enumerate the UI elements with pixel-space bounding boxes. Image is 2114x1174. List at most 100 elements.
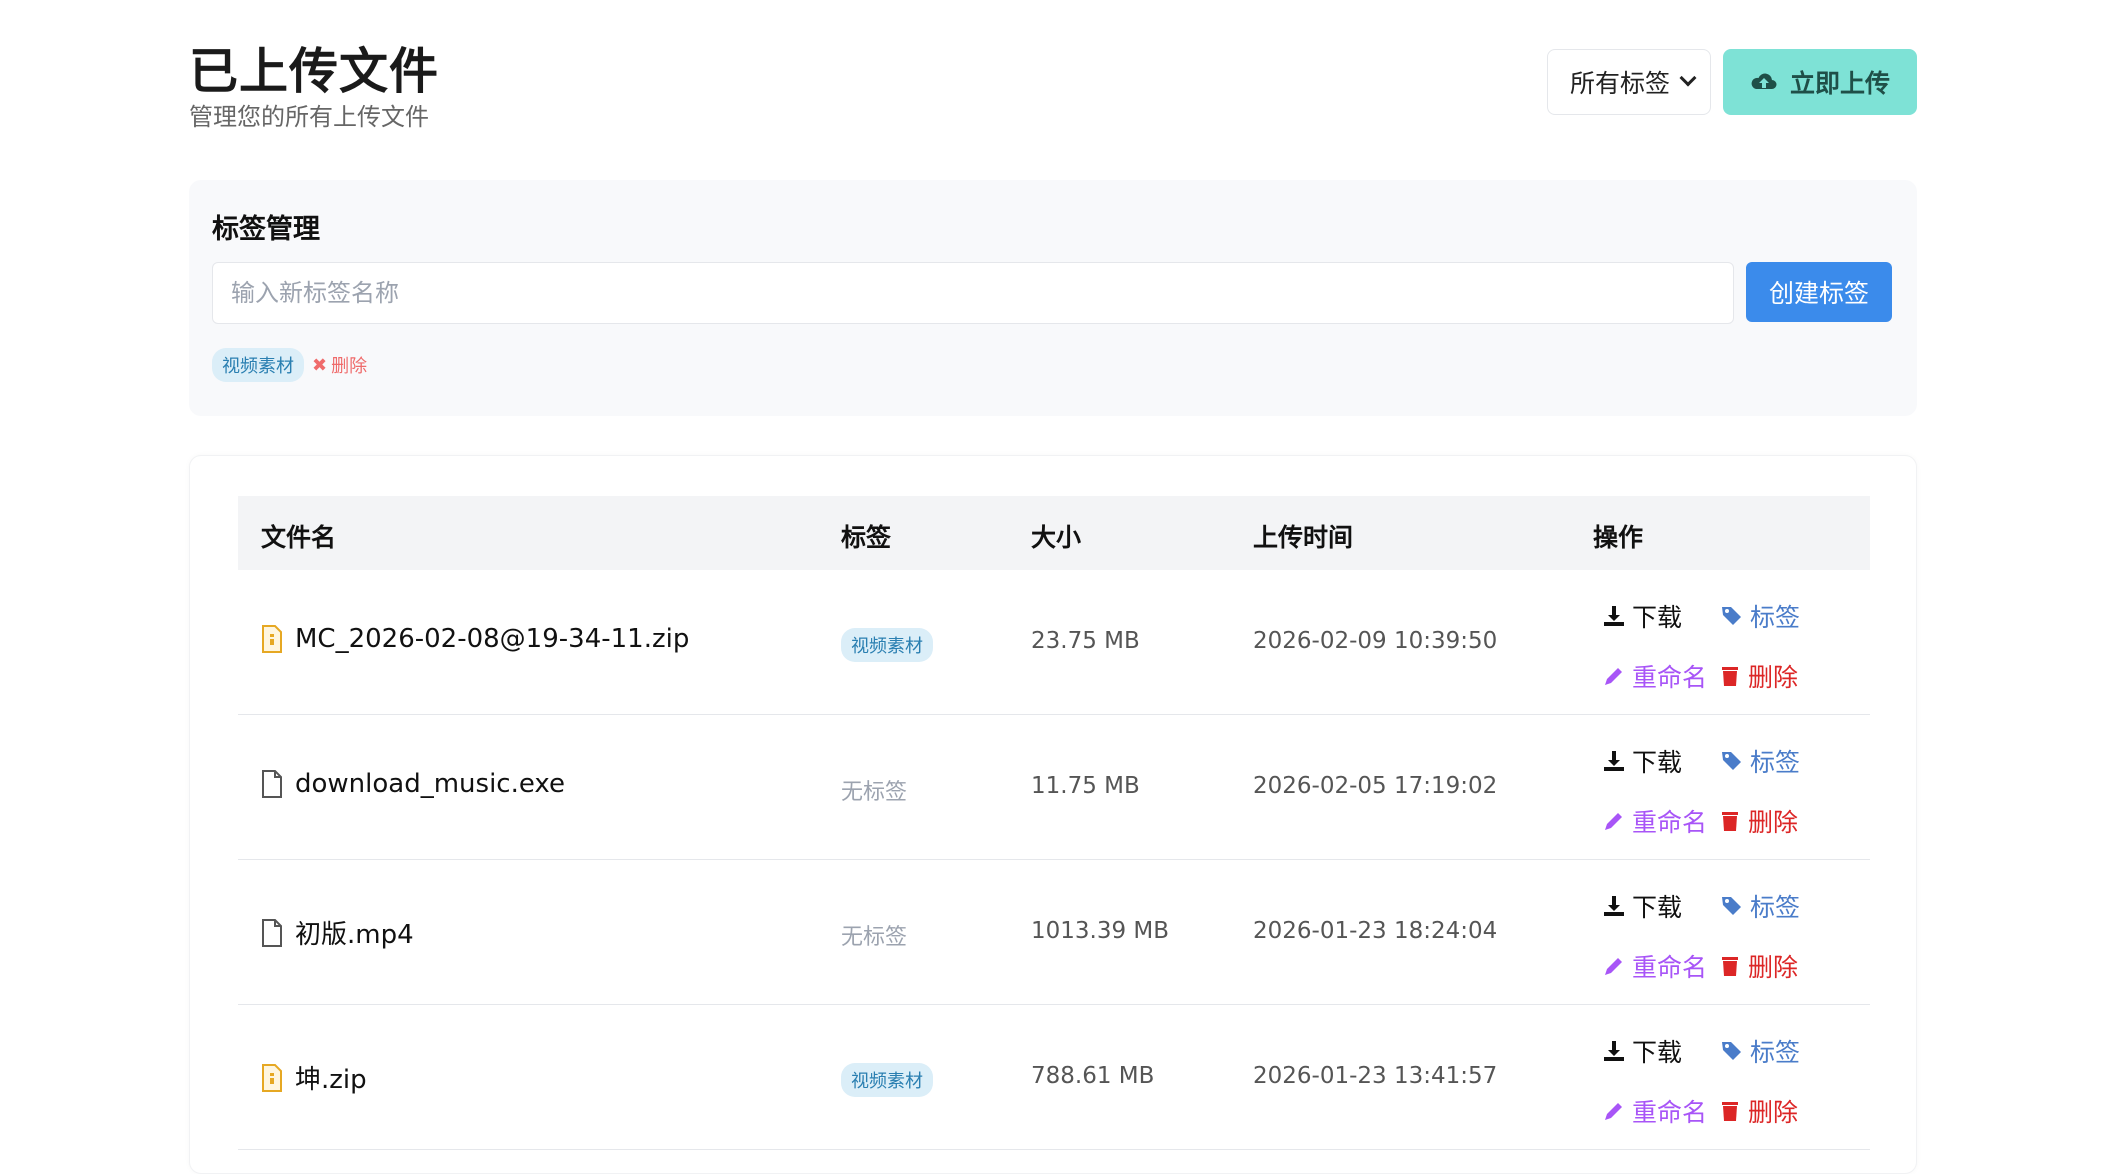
tag-icon (1722, 752, 1741, 770)
zip-file-icon (262, 1063, 282, 1092)
page-title: 已上传文件 (189, 43, 440, 100)
trash-icon (1722, 1102, 1738, 1121)
file-size: 11.75 MB (1031, 773, 1140, 799)
rename-button[interactable]: 重命名 (1602, 948, 1707, 984)
tag-action-label: 标签 (1750, 748, 1801, 777)
no-tag-label: 无标签 (841, 780, 908, 805)
tag-action-label: 标签 (1750, 603, 1801, 632)
table-row: MC_2026-02-08@19-34-11.zip 视频素材 23.75 MB… (238, 570, 1870, 715)
file-size: 788.61 MB (1031, 1063, 1155, 1089)
file-tag-badge: 视频素材 (841, 1063, 933, 1097)
rename-label: 重命名 (1632, 808, 1708, 837)
new-tag-input[interactable] (212, 262, 1734, 324)
delete-button[interactable]: 删除 (1718, 1093, 1798, 1129)
create-tag-button[interactable]: 创建标签 (1746, 262, 1892, 322)
delete-label: 删除 (1748, 1098, 1799, 1127)
file-name-cell: 初版.mp4 (261, 914, 414, 951)
tag-filter-select[interactable]: 所有标签 (1547, 49, 1711, 115)
download-button[interactable]: 下载 (1602, 888, 1682, 924)
file-name-cell: MC_2026-02-08@19-34-11.zip (261, 624, 689, 654)
tag-chip[interactable]: 视频素材 (212, 348, 304, 382)
rename-button[interactable]: 重命名 (1602, 803, 1707, 839)
column-header-tag: 标签 (841, 523, 892, 552)
set-tag-button[interactable]: 标签 (1720, 598, 1800, 634)
upload-time: 2026-01-23 13:41:57 (1253, 1063, 1498, 1089)
files-table: 文件名 标签 大小 上传时间 操作 MC_2026-02-08@19-34-11… (189, 455, 1917, 1174)
delete-label: 删除 (1748, 808, 1799, 837)
download-icon (1604, 606, 1624, 626)
download-button[interactable]: 下载 (1602, 1033, 1682, 1069)
tag-list: 视频素材 ✖ 删除 (212, 348, 367, 382)
delete-button[interactable]: 删除 (1718, 658, 1798, 694)
close-icon: ✖ (312, 354, 328, 376)
table-row: 初版.mp4 无标签 1013.39 MB 2026-01-23 18:24:0… (238, 860, 1870, 1005)
tag-icon (1722, 607, 1741, 625)
column-header-actions: 操作 (1593, 523, 1644, 552)
download-button[interactable]: 下载 (1602, 743, 1682, 779)
file-name-cell: download_music.exe (261, 769, 565, 799)
page-subtitle: 管理您的所有上传文件 (189, 103, 429, 131)
file-name: MC_2026-02-08@19-34-11.zip (295, 624, 690, 654)
tag-filter-value: 所有标签 (1570, 69, 1671, 98)
pencil-icon (1605, 1103, 1622, 1120)
tag-management-title: 标签管理 (212, 214, 320, 245)
set-tag-button[interactable]: 标签 (1720, 743, 1800, 779)
trash-icon (1722, 812, 1738, 831)
rename-label: 重命名 (1632, 1098, 1708, 1127)
file-name: 初版.mp4 (295, 920, 414, 950)
upload-time: 2026-02-09 10:39:50 (1253, 628, 1498, 654)
download-icon (1604, 896, 1624, 916)
no-tag-label: 无标签 (841, 925, 908, 950)
file-name: 坤.zip (295, 1065, 367, 1095)
set-tag-button[interactable]: 标签 (1720, 1033, 1800, 1069)
rename-button[interactable]: 重命名 (1602, 1093, 1707, 1129)
upload-time: 2026-01-23 18:24:04 (1253, 918, 1498, 944)
upload-button[interactable]: 立即上传 (1723, 49, 1917, 115)
download-button[interactable]: 下载 (1602, 598, 1682, 634)
rename-label: 重命名 (1632, 663, 1708, 692)
tag-management-panel: 标签管理 创建标签 视频素材 ✖ 删除 (189, 180, 1917, 416)
trash-icon (1722, 667, 1738, 686)
download-label: 下载 (1632, 603, 1683, 632)
delete-button[interactable]: 删除 (1718, 948, 1798, 984)
upload-button-label: 立即上传 (1789, 69, 1890, 98)
table-row: download_music.exe 无标签 11.75 MB 2026-02-… (238, 715, 1870, 860)
file-name: download_music.exe (295, 769, 565, 799)
trash-icon (1722, 957, 1738, 976)
delete-tag-label: 删除 (331, 356, 368, 377)
chevron-down-icon (1679, 69, 1697, 87)
file-size: 23.75 MB (1031, 628, 1140, 654)
file-tag-badge: 视频素材 (841, 628, 933, 662)
delete-button[interactable]: 删除 (1718, 803, 1798, 839)
tag-icon (1722, 1042, 1741, 1060)
table-header: 文件名 标签 大小 上传时间 操作 (238, 496, 1870, 570)
file-name-cell: 坤.zip (261, 1059, 367, 1096)
rename-button[interactable]: 重命名 (1602, 658, 1707, 694)
pencil-icon (1605, 958, 1622, 975)
pencil-icon (1605, 668, 1622, 685)
download-label: 下载 (1632, 1038, 1683, 1067)
delete-label: 删除 (1748, 953, 1799, 982)
zip-file-icon (262, 625, 282, 653)
column-header-size: 大小 (1031, 523, 1082, 552)
file-icon (262, 918, 282, 947)
download-icon (1604, 751, 1624, 771)
tag-icon (1722, 897, 1741, 915)
upload-time: 2026-02-05 17:19:02 (1253, 773, 1498, 799)
table-row: 坤.zip 视频素材 788.61 MB 2026-01-23 13:41:57… (238, 1005, 1870, 1150)
file-icon (262, 770, 282, 798)
column-header-time: 上传时间 (1253, 523, 1354, 552)
file-size: 1013.39 MB (1031, 918, 1170, 944)
column-header-filename: 文件名 (261, 523, 337, 552)
tag-action-label: 标签 (1750, 893, 1801, 922)
cloud-upload-icon (1751, 73, 1777, 89)
delete-label: 删除 (1748, 663, 1799, 692)
download-icon (1604, 1041, 1624, 1061)
download-label: 下载 (1632, 893, 1683, 922)
delete-tag-button[interactable]: ✖ 删除 (312, 352, 367, 378)
set-tag-button[interactable]: 标签 (1720, 888, 1800, 924)
pencil-icon (1605, 813, 1622, 830)
tag-action-label: 标签 (1750, 1038, 1801, 1067)
download-label: 下载 (1632, 748, 1683, 777)
rename-label: 重命名 (1632, 953, 1708, 982)
